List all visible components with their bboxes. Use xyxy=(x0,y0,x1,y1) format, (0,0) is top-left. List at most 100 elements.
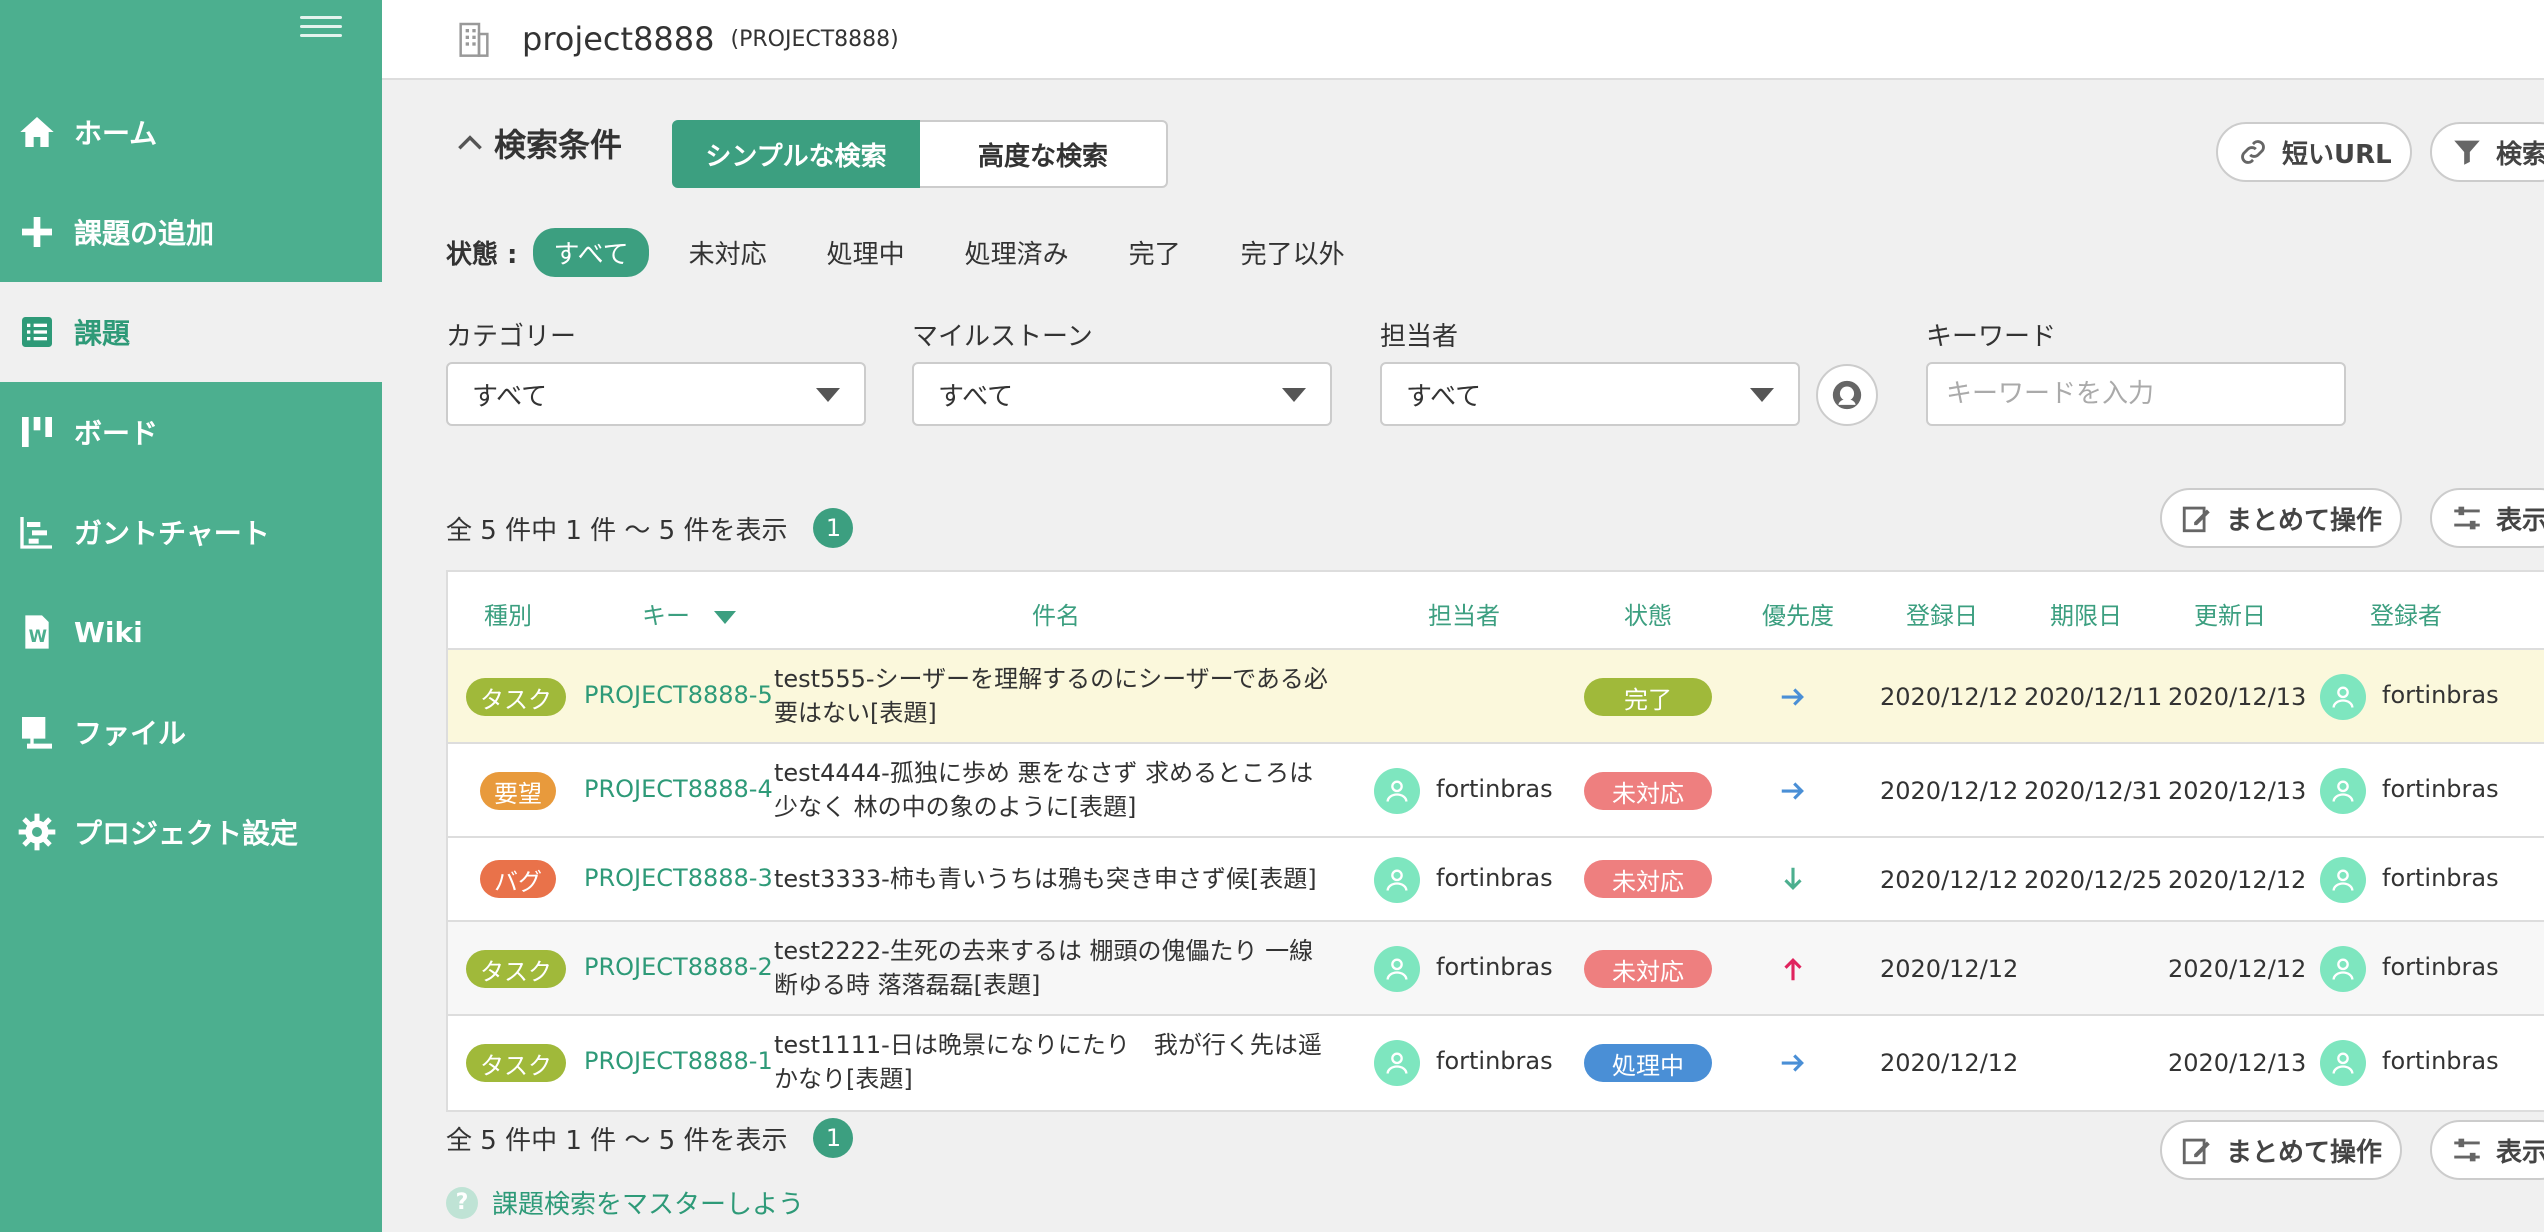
keyword-label: キーワード xyxy=(1926,322,2057,352)
issue-key[interactable]: PROJECT8888-1 xyxy=(584,1047,773,1075)
due-date: 2020/12/11 xyxy=(2024,683,2163,711)
sliders-icon xyxy=(2454,1138,2480,1162)
col-updated[interactable]: 更新日 xyxy=(2194,596,2266,631)
created-date: 2020/12/12 xyxy=(1880,1049,2019,1077)
sidebar: ホーム 課題の追加 課題 ボード ガントチャート W Wiki ファイル プロジ… xyxy=(0,0,382,1232)
status-option-open[interactable]: 未対応 xyxy=(669,228,787,277)
table-row[interactable]: タスク PROJECT8888-2 test2222-生死の去来するは 棚頭の傀… xyxy=(448,922,2544,1016)
col-assignee[interactable]: 担当者 xyxy=(1428,596,1500,631)
col-priority[interactable]: 優先度 xyxy=(1762,596,1834,631)
sidebar-item-home[interactable]: ホーム xyxy=(0,82,382,182)
keyword-input[interactable] xyxy=(1926,362,2346,426)
issue-type-badge: タスク xyxy=(466,678,566,716)
col-created[interactable]: 登録日 xyxy=(1906,596,1978,631)
issue-type-badge: バグ xyxy=(480,860,556,898)
sidebar-item-label: プロジェクト設定 xyxy=(74,817,299,850)
sidebar-item-issues[interactable]: 課題 xyxy=(0,282,382,382)
milestone-select[interactable]: すべて xyxy=(912,362,1332,426)
assignee-value: すべて xyxy=(1406,381,1482,412)
chevron-down-icon xyxy=(1282,388,1306,402)
created-date: 2020/12/12 xyxy=(1880,866,2019,894)
updated-date: 2020/12/12 xyxy=(2168,866,2307,894)
avatar xyxy=(2320,674,2366,720)
creator-name: fortinbras xyxy=(2382,1047,2499,1075)
sidebar-item-add-issue[interactable]: 課題の追加 xyxy=(0,182,382,282)
sidebar-item-board[interactable]: ボード xyxy=(0,382,382,482)
status-option-not-closed[interactable]: 完了以外 xyxy=(1221,228,1365,277)
wiki-icon: W xyxy=(0,612,74,652)
col-type[interactable]: 種別 xyxy=(484,596,532,631)
table-row[interactable]: タスク PROJECT8888-5 test555-シーザーを理解するのにシーザ… xyxy=(448,650,2544,744)
milestone-label: マイルストーン xyxy=(912,322,1093,352)
short-url-button[interactable]: 短いURL xyxy=(2216,122,2412,182)
due-date: 2020/12/31 xyxy=(2024,777,2163,805)
tab-advanced-search[interactable]: 高度な検索 xyxy=(920,120,1168,188)
sidebar-item-gantt[interactable]: ガントチャート xyxy=(0,482,382,582)
menu-toggle-icon[interactable] xyxy=(300,10,342,52)
svg-text:W: W xyxy=(29,627,47,646)
status-badge: 処理中 xyxy=(1584,1044,1712,1082)
user-icon xyxy=(1832,380,1862,410)
assign-to-me-button[interactable] xyxy=(1816,364,1878,426)
help-link[interactable]: ? 課題検索をマスターしよう xyxy=(446,1184,804,1221)
help-icon: ? xyxy=(446,1186,478,1219)
display-settings-button[interactable]: 表示 xyxy=(2430,488,2544,548)
sidebar-item-wiki[interactable]: W Wiki xyxy=(0,582,382,682)
avatar xyxy=(2320,946,2366,992)
status-badge: 未対応 xyxy=(1584,860,1712,898)
display-settings-button-bottom[interactable]: 表示 xyxy=(2430,1120,2544,1180)
col-subject[interactable]: 件名 xyxy=(1032,596,1080,631)
up-arrow-icon xyxy=(1778,954,1808,990)
issue-key[interactable]: PROJECT8888-4 xyxy=(584,775,773,803)
issue-subject[interactable]: test2222-生死の去来するは 棚頭の傀儡たり 一線断ゆる時 落落磊磊[表題… xyxy=(774,934,1334,1002)
col-creator[interactable]: 登録者 xyxy=(2370,596,2442,631)
sidebar-item-project-settings[interactable]: プロジェクト設定 xyxy=(0,782,382,882)
tab-simple-search[interactable]: シンプルな検索 xyxy=(672,120,920,188)
category-select[interactable]: すべて xyxy=(446,362,866,426)
issue-key[interactable]: PROJECT8888-5 xyxy=(584,681,773,709)
assignee-select[interactable]: すべて xyxy=(1380,362,1800,426)
status-option-closed[interactable]: 完了 xyxy=(1109,228,1201,277)
status-option-resolved[interactable]: 処理済み xyxy=(945,228,1089,277)
bulk-edit-button-bottom[interactable]: まとめて操作 xyxy=(2160,1120,2403,1180)
page-number[interactable]: 1 xyxy=(813,508,854,548)
issue-subject[interactable]: test1111-日は晩景になりにたり 我が行く先は遥かなり[表題] xyxy=(774,1028,1334,1096)
bulk-edit-button[interactable]: まとめて操作 xyxy=(2160,488,2403,548)
issue-subject[interactable]: test3333-柿も青いうちは鴉も突き申さず候[表題] xyxy=(774,862,1334,896)
issue-subject[interactable]: test4444-孤独に歩め 悪をなさず 求めるところは少なく 林の中の象のよう… xyxy=(774,756,1334,824)
creator-name: fortinbras xyxy=(2382,953,2499,981)
col-due[interactable]: 期限日 xyxy=(2050,596,2122,631)
avatar xyxy=(2320,768,2366,814)
table-row[interactable]: バグ PROJECT8888-3 test3333-柿も青いうちは鴉も突き申さず… xyxy=(448,838,2544,922)
assignee-name: fortinbras xyxy=(1436,1047,1553,1075)
sidebar-item-files[interactable]: ファイル xyxy=(0,682,382,782)
col-status[interactable]: 状態 xyxy=(1624,596,1672,631)
sidebar-item-label: ガントチャート xyxy=(74,517,270,550)
status-badge: 完了 xyxy=(1584,678,1712,716)
table-header: 種別 キー 件名 担当者 状態 優先度 登録日 期限日 更新日 登録者 xyxy=(448,572,2544,650)
project-name[interactable]: project8888 xyxy=(522,20,715,58)
gantt-icon xyxy=(0,512,74,552)
issue-subject[interactable]: test555-シーザーを理解するのにシーザーである必要はない[表題] xyxy=(774,662,1334,730)
created-date: 2020/12/12 xyxy=(1880,777,2019,805)
chevron-down-icon xyxy=(816,388,840,402)
col-key[interactable]: キー xyxy=(642,596,736,631)
issue-type-badge: タスク xyxy=(466,1044,566,1082)
home-icon xyxy=(0,112,74,152)
avatar xyxy=(1374,768,1420,814)
bulk-edit-label: まとめて操作 xyxy=(2226,505,2383,536)
table-row[interactable]: タスク PROJECT8888-1 test1111-日は晩景になりにたり 我が… xyxy=(448,1016,2544,1110)
table-row[interactable]: 要望 PROJECT8888-4 test4444-孤独に歩め 悪をなさず 求め… xyxy=(448,744,2544,838)
status-option-all[interactable]: すべて xyxy=(533,228,649,277)
search-mode-tabs: シンプルな検索 高度な検索 xyxy=(672,120,1168,188)
search-conditions-title: 検索条件 xyxy=(494,126,623,164)
search-conditions-toggle[interactable]: 検索条件 xyxy=(454,120,622,166)
filter-save-button[interactable]: 検索 xyxy=(2430,122,2544,182)
issue-key[interactable]: PROJECT8888-3 xyxy=(584,864,773,892)
sort-desc-icon xyxy=(713,610,736,624)
issue-key[interactable]: PROJECT8888-2 xyxy=(584,953,773,981)
gear-icon xyxy=(0,812,74,852)
page-number[interactable]: 1 xyxy=(813,1118,854,1158)
display-settings-label: 表示 xyxy=(2496,1137,2544,1168)
status-option-in-progress[interactable]: 処理中 xyxy=(807,228,925,277)
